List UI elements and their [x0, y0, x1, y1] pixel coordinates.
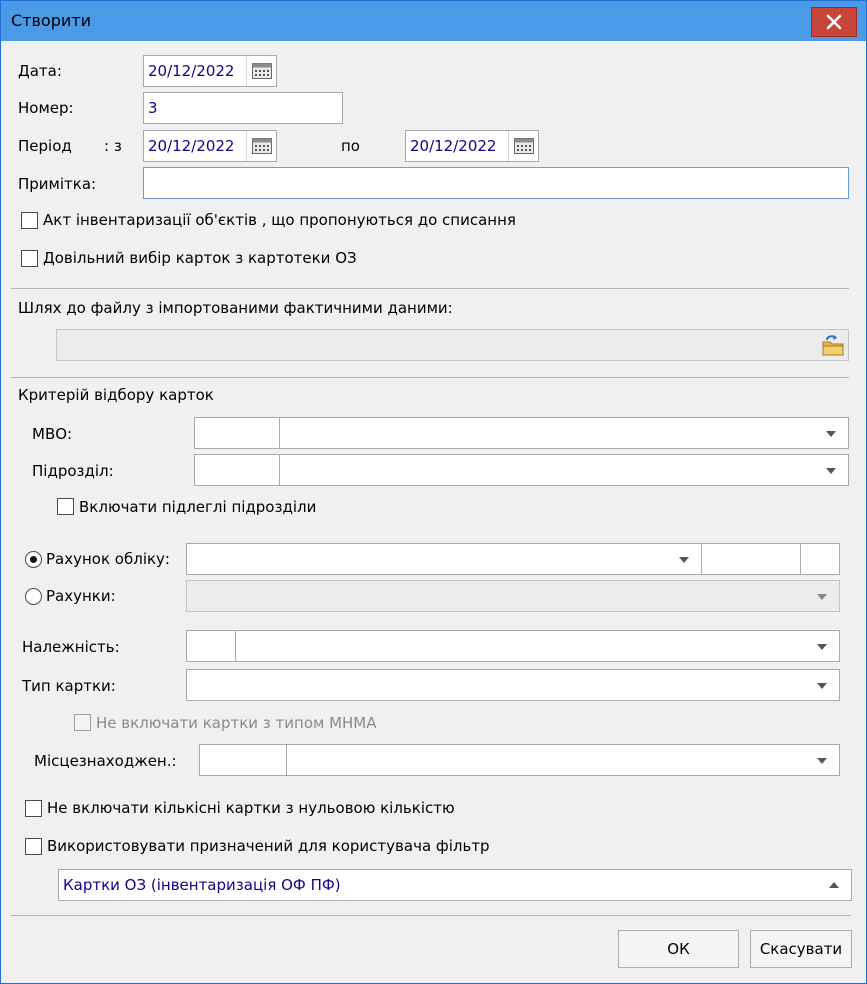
subordinate-checkbox-label[interactable]: Включати підлеглі підрозділи	[79, 498, 316, 516]
chevron-down-icon[interactable]	[817, 644, 827, 650]
free-select-checkbox-label[interactable]: Довільний вибір карток з картотеки ОЗ	[43, 249, 357, 267]
location-label: Місцезнаходжен.:	[34, 752, 177, 770]
chevron-down-icon[interactable]	[826, 431, 836, 437]
period-label: Період	[18, 137, 72, 155]
card-type-label: Тип картки:	[22, 677, 116, 695]
free-select-checkbox[interactable]	[21, 250, 38, 267]
filter-value: Картки ОЗ (інвентаризація ОФ ПФ)	[63, 876, 341, 894]
cancel-button[interactable]: Скасувати	[750, 930, 852, 968]
close-button[interactable]	[811, 7, 857, 37]
title-bar[interactable]: Створити	[1, 1, 866, 41]
belonging-code-field[interactable]	[186, 630, 236, 662]
calendar-icon	[252, 63, 272, 79]
subdivision-code-field[interactable]	[194, 454, 280, 486]
note-field[interactable]	[143, 167, 849, 199]
chevron-down-icon[interactable]	[826, 468, 836, 474]
belonging-name-field[interactable]	[235, 630, 840, 662]
period-from-label: : з	[104, 137, 122, 155]
zero-qty-checkbox[interactable]	[25, 800, 42, 817]
note-label: Примітка:	[18, 175, 97, 193]
location-code-field[interactable]	[199, 744, 287, 776]
subdivision-label: Підрозділ:	[32, 462, 114, 480]
period-to-label: по	[341, 137, 360, 155]
browse-folder-button[interactable]	[821, 333, 845, 357]
date-label: Дата:	[18, 62, 62, 80]
accounts-radio[interactable]	[25, 588, 42, 605]
mvo-label: МВО:	[32, 425, 73, 443]
location-combo[interactable]	[199, 744, 840, 776]
criteria-section-label: Критерій відбору карток	[18, 386, 214, 404]
window-title: Створити	[11, 11, 91, 30]
close-icon	[826, 14, 842, 30]
import-path-label: Шлях до файлу з імпортованими фактичними…	[18, 299, 453, 317]
subdivision-name-field[interactable]	[279, 454, 849, 486]
card-type-field[interactable]	[186, 669, 840, 701]
act-checkbox[interactable]	[21, 212, 38, 229]
chevron-down-icon[interactable]	[817, 758, 827, 764]
account-radio[interactable]	[25, 551, 42, 568]
number-label: Номер:	[18, 99, 74, 117]
folder-open-icon	[822, 335, 844, 356]
chevron-down-icon[interactable]	[817, 683, 827, 689]
period-from-value: 20/12/2022	[148, 137, 235, 155]
mvo-code-field[interactable]	[194, 417, 280, 449]
date-value: 20/12/2022	[148, 62, 235, 80]
account-combo[interactable]	[186, 543, 840, 575]
accounts-field[interactable]	[186, 580, 840, 612]
mhma-checkbox[interactable]	[74, 714, 91, 731]
account-extra-field-2[interactable]	[800, 543, 840, 575]
zero-qty-checkbox-label[interactable]: Не включати кількісні картки з нульовою …	[47, 799, 455, 817]
separator	[11, 288, 849, 289]
separator	[11, 915, 851, 916]
ok-button[interactable]: ОК	[618, 930, 739, 968]
period-from-field[interactable]: 20/12/2022	[143, 130, 277, 162]
belonging-combo[interactable]	[186, 630, 840, 662]
date-field[interactable]: 20/12/2022	[143, 55, 277, 87]
account-radio-label[interactable]: Рахунок обліку:	[46, 550, 170, 568]
subordinate-checkbox[interactable]	[57, 498, 74, 515]
number-field[interactable]: 3	[143, 92, 343, 124]
chevron-up-icon[interactable]	[829, 882, 839, 888]
period-to-value: 20/12/2022	[410, 137, 497, 155]
location-name-field[interactable]	[286, 744, 840, 776]
mhma-checkbox-label[interactable]: Не включати картки з типом МНМА	[96, 714, 377, 732]
account-extra-field-1[interactable]	[701, 543, 801, 575]
mvo-name-field[interactable]	[279, 417, 849, 449]
user-filter-checkbox-label[interactable]: Використовувати призначений для користув…	[47, 837, 490, 855]
period-to-field[interactable]: 20/12/2022	[405, 130, 539, 162]
date-calendar-button[interactable]	[246, 56, 276, 86]
accounts-radio-label[interactable]: Рахунки:	[46, 587, 116, 605]
user-filter-checkbox[interactable]	[25, 838, 42, 855]
period-from-calendar-button[interactable]	[246, 131, 276, 161]
radio-selected-dot	[30, 556, 37, 563]
mvo-combo[interactable]	[194, 417, 849, 449]
import-path-field[interactable]	[56, 329, 849, 361]
chevron-down-icon[interactable]	[679, 557, 689, 563]
dialog-window: Створити Дата: 20/12/2022 Номер: 3 Періо…	[0, 0, 867, 984]
belonging-label: Належність:	[22, 638, 120, 656]
number-value: 3	[148, 99, 158, 117]
chevron-down-icon[interactable]	[817, 594, 827, 600]
subdivision-combo[interactable]	[194, 454, 849, 486]
calendar-icon	[252, 138, 272, 154]
act-checkbox-label[interactable]: Акт інвентаризації об'єктів , що пропону…	[43, 211, 516, 229]
calendar-icon	[514, 138, 534, 154]
account-field[interactable]	[186, 543, 702, 575]
period-to-calendar-button[interactable]	[508, 131, 538, 161]
filter-field[interactable]: Картки ОЗ (інвентаризація ОФ ПФ)	[58, 869, 852, 901]
separator	[11, 377, 849, 378]
